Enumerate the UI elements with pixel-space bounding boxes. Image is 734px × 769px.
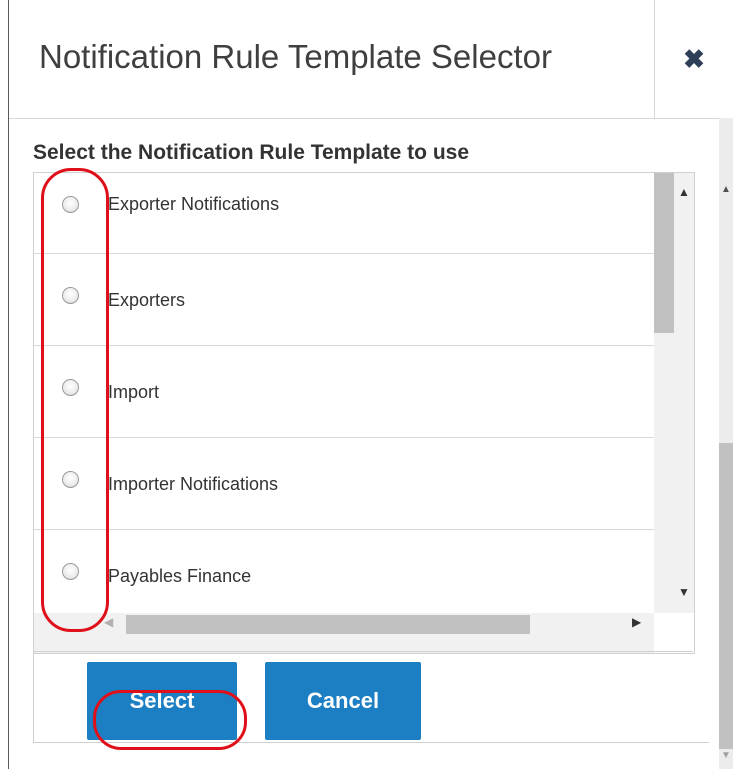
template-label: Import bbox=[108, 382, 160, 402]
dialog-scrollbar-thumb[interactable] bbox=[719, 443, 733, 749]
close-icon: ✖ bbox=[683, 43, 705, 74]
select-highlight-annotation bbox=[93, 690, 247, 750]
footer-divider bbox=[33, 651, 693, 652]
cancel-button[interactable]: Cancel bbox=[265, 662, 421, 740]
template-list: Exporter Notifications Exporters Import … bbox=[33, 172, 695, 654]
radio-highlight-annotation bbox=[41, 168, 109, 632]
template-row[interactable]: Payables Finance bbox=[34, 529, 654, 621]
template-label: Exporters bbox=[108, 290, 186, 310]
list-scroll-left-icon[interactable]: ◀ bbox=[104, 615, 113, 629]
template-row[interactable]: Importer Notifications bbox=[34, 437, 654, 530]
list-scroll-right-icon[interactable]: ▶ bbox=[632, 615, 641, 629]
list-vertical-scrollbar[interactable]: ▲ ▼ bbox=[654, 173, 694, 613]
dialog-scrollbar[interactable]: ▲ ▼ bbox=[719, 118, 733, 769]
template-row[interactable]: Exporters bbox=[34, 253, 654, 346]
template-label: Exporter Notifications bbox=[108, 194, 280, 214]
template-row[interactable]: Exporter Notifications bbox=[34, 173, 654, 254]
close-button[interactable]: ✖ bbox=[655, 0, 733, 118]
list-horizontal-scrollbar-thumb[interactable] bbox=[126, 615, 530, 634]
list-horizontal-scrollbar[interactable]: ◀ ▶ bbox=[34, 613, 654, 653]
template-label: Importer Notifications bbox=[108, 474, 279, 494]
selection-prompt: Select the Notification Rule Template to… bbox=[33, 141, 470, 164]
list-vertical-scrollbar-thumb[interactable] bbox=[654, 173, 674, 333]
list-scroll-down-icon[interactable]: ▼ bbox=[676, 585, 692, 599]
footer-border bbox=[33, 652, 34, 742]
dialog-scroll-down-icon[interactable]: ▼ bbox=[719, 750, 733, 761]
template-label: Payables Finance bbox=[108, 566, 252, 586]
dialog-title: Notification Rule Template Selector bbox=[39, 38, 552, 75]
dialog-scroll-up-icon[interactable]: ▲ bbox=[719, 184, 733, 195]
dialog-header: Notification Rule Template Selector ✖ bbox=[9, 0, 733, 119]
template-selector-dialog: Notification Rule Template Selector ✖ ▲ … bbox=[8, 0, 733, 769]
list-scroll-up-icon[interactable]: ▲ bbox=[676, 185, 692, 199]
template-row[interactable]: Import bbox=[34, 345, 654, 438]
